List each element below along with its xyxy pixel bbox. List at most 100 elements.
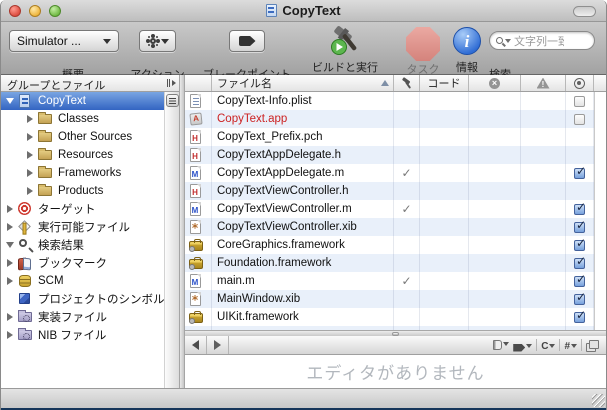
h-file-icon: H	[188, 147, 205, 163]
disclosure-triangle[interactable]	[5, 223, 15, 231]
table-row[interactable]: HCopyText_Prefix.pch	[185, 128, 606, 146]
errors-column-header[interactable]: ×	[469, 75, 521, 91]
table-row[interactable]: *CopyTextViewController.xib	[185, 218, 606, 236]
target-membership-checkbox[interactable]	[574, 96, 585, 107]
sidebar-item[interactable]: ブックマーク	[1, 254, 164, 272]
table-row[interactable]: CopyText.app	[185, 110, 606, 128]
included-files-menu-button[interactable]: #	[564, 338, 577, 352]
sidebar-scrollbar-track[interactable]	[164, 92, 179, 388]
sidebar-item[interactable]: プロジェクトのシンボル	[1, 290, 164, 308]
sidebar-item-label: Products	[58, 185, 103, 197]
target-membership-checkbox[interactable]	[574, 204, 585, 215]
disclosure-triangle[interactable]	[5, 205, 15, 213]
warning-icon: !	[537, 78, 550, 89]
file-name: UIKit.framework	[217, 311, 299, 323]
editor-pane[interactable]: エディタがありません	[185, 355, 606, 388]
table-row[interactable]: HCopyTextAppDelegate.h	[185, 146, 606, 164]
table-row[interactable]: CoreGraphics.framework	[185, 236, 606, 254]
sidebar-item[interactable]: Products	[1, 182, 164, 200]
build-checkmark: ✓	[401, 202, 411, 216]
disclosure-triangle[interactable]	[25, 169, 35, 177]
target-membership-checkbox[interactable]	[574, 294, 585, 305]
smart-folder-icon	[17, 309, 34, 325]
target-membership-checkbox[interactable]	[574, 114, 585, 125]
sidebar-item[interactable]: Frameworks	[1, 164, 164, 182]
class-hierarchy-menu-button[interactable]: C	[541, 338, 555, 352]
disclosure-triangle[interactable]	[25, 151, 35, 159]
chevron-down-icon	[503, 342, 509, 346]
file-name: CopyTextViewController.h	[217, 185, 348, 197]
disclosure-triangle[interactable]	[5, 277, 15, 285]
disclosure-triangle[interactable]	[5, 242, 15, 248]
error-icon: ×	[489, 78, 500, 89]
build-and-run-item[interactable]: ビルドと実行	[312, 25, 378, 57]
overview-popup[interactable]: Simulator ...	[9, 30, 119, 52]
table-body: CopyText-Info.plistCopyText.appHCopyText…	[185, 92, 606, 330]
disclosure-triangle[interactable]	[5, 313, 15, 321]
sidebar-item[interactable]: 実装ファイル	[1, 308, 164, 326]
warnings-column-header[interactable]: !	[521, 75, 566, 91]
breakpoints-button[interactable]	[229, 30, 265, 52]
target-membership-checkbox[interactable]	[574, 276, 585, 287]
bookmark-icon	[493, 340, 502, 350]
toolbar-toggle-pill[interactable]	[573, 6, 596, 17]
table-row[interactable]: Foundation.framework	[185, 254, 606, 272]
go-forward-button[interactable]	[207, 336, 229, 354]
window-title: CopyText	[1, 3, 606, 18]
bookmarks-menu-button[interactable]	[493, 340, 509, 350]
disclosure-triangle[interactable]	[5, 259, 15, 267]
target-membership-checkbox[interactable]	[574, 258, 585, 269]
target-membership-checkbox[interactable]	[574, 240, 585, 251]
sidebar-item[interactable]: 検索結果	[1, 236, 164, 254]
table-row[interactable]: MCopyTextViewController.m✓	[185, 200, 606, 218]
file-name-column-header[interactable]: ファイル名	[212, 75, 394, 91]
target-column-header[interactable]	[566, 75, 594, 91]
no-editor-message: エディタがありません	[306, 359, 484, 384]
breakpoints-item: ブレークポイント	[229, 30, 265, 52]
table-row[interactable]: HCopyTextViewController.h	[185, 182, 606, 200]
build-hammer-icon	[328, 25, 362, 57]
detail-view-toggle-button[interactable]	[166, 94, 179, 107]
table-row[interactable]: *MainWindow.xib	[185, 290, 606, 308]
disclosure-triangle[interactable]	[25, 115, 35, 123]
sidebar-item[interactable]: NIB ファイル	[1, 326, 164, 344]
chevron-down-icon	[103, 39, 111, 44]
target-membership-checkbox[interactable]	[574, 312, 585, 323]
xcode-project-window: CopyText Simulator ... 概要 アクション ブレークポイント	[0, 0, 607, 410]
resize-grip[interactable]	[592, 394, 605, 407]
table-row[interactable]: CopyText-Info.plist	[185, 92, 606, 110]
action-button[interactable]	[139, 30, 176, 52]
framework-icon	[188, 309, 205, 325]
search-field[interactable]: 文字列一致	[489, 31, 595, 50]
sidebar-item[interactable]: SCM	[1, 272, 164, 290]
sidebar-item[interactable]: Other Sources	[1, 128, 164, 146]
title-bar[interactable]: CopyText	[1, 0, 606, 22]
sidebar-header[interactable]: グループとファイル	[1, 75, 179, 92]
target-membership-checkbox[interactable]	[574, 168, 585, 179]
breakpoints-menu-button[interactable]	[513, 339, 532, 352]
sidebar-item[interactable]: Classes	[1, 110, 164, 128]
code-column-header[interactable]: コード	[420, 75, 469, 91]
sidebar-item[interactable]: 実行可能ファイル	[1, 218, 164, 236]
table-row[interactable]: UIKit.framework	[185, 308, 606, 326]
chevron-down-icon	[161, 39, 169, 44]
disclosure-triangle[interactable]	[25, 187, 35, 195]
forward-arrow-icon	[214, 340, 221, 350]
splitter-collapse-icon[interactable]	[167, 79, 176, 87]
disclosure-triangle[interactable]	[5, 98, 15, 104]
icon-column-header[interactable]	[185, 75, 212, 91]
sidebar-item-label: SCM	[38, 275, 64, 287]
build-column-header[interactable]	[394, 75, 420, 91]
table-scrollbar-track[interactable]	[594, 92, 606, 330]
disclosure-triangle[interactable]	[25, 133, 35, 141]
disclosure-triangle[interactable]	[5, 331, 15, 339]
go-back-button[interactable]	[185, 336, 207, 354]
info-item[interactable]: i 情報	[451, 25, 483, 55]
counterpart-button[interactable]	[586, 340, 598, 351]
sidebar-item[interactable]: Resources	[1, 146, 164, 164]
target-membership-checkbox[interactable]	[574, 222, 585, 233]
sidebar-item[interactable]: ターゲット	[1, 200, 164, 218]
table-row[interactable]: MCopyTextAppDelegate.m✓	[185, 164, 606, 182]
table-row[interactable]: Mmain.m✓	[185, 272, 606, 290]
sidebar-item[interactable]: CopyText	[1, 92, 164, 110]
